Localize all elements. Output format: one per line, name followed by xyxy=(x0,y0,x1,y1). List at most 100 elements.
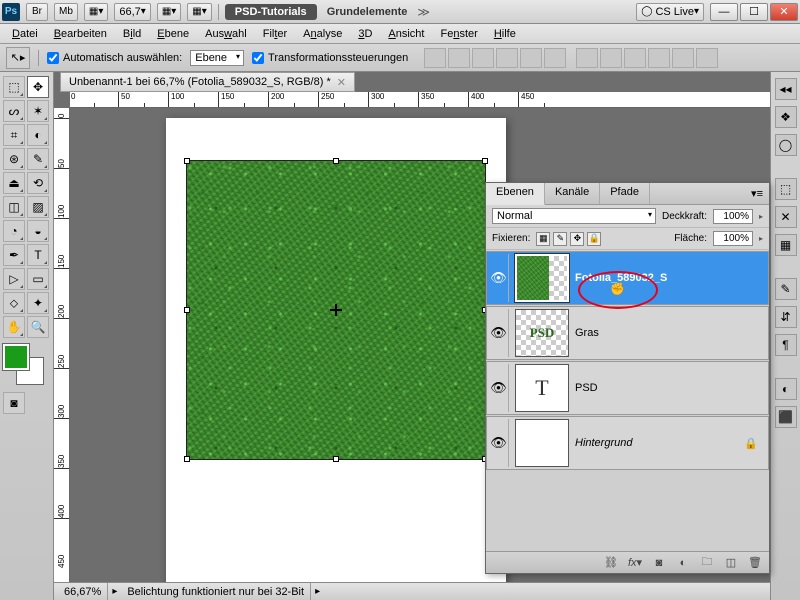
tool-zoom[interactable]: 🔍 xyxy=(27,316,49,338)
tool-brush[interactable]: ✎ xyxy=(27,148,49,170)
align-icon[interactable] xyxy=(448,48,470,68)
lock-position-icon[interactable]: ✥ xyxy=(570,232,584,246)
tool-dodge[interactable]: ◒ xyxy=(27,220,49,242)
dock-panel-icon[interactable]: ◯ xyxy=(775,134,797,156)
layer-row[interactable]: 👁 Hintergrund 🔒 xyxy=(486,416,769,470)
blend-mode-select[interactable]: Normal xyxy=(492,208,656,224)
distribute-icon[interactable] xyxy=(672,48,694,68)
dock-panel-icon[interactable]: ✎ xyxy=(775,278,797,300)
align-icon[interactable] xyxy=(496,48,518,68)
workspace-other[interactable]: Grundelemente xyxy=(323,6,412,18)
ruler-vertical[interactable]: 050100150200250300350400450 xyxy=(54,108,70,582)
move-tool-icon[interactable]: ↖▸ xyxy=(6,47,30,69)
opacity-slider-icon[interactable]: ▸ xyxy=(759,212,763,221)
menu-3d[interactable]: 3D xyxy=(350,26,380,42)
menu-ansicht[interactable]: Ansicht xyxy=(380,26,432,42)
zoom-level-button[interactable]: 66,7 ▾ xyxy=(114,3,150,21)
arrange-button[interactable]: ▦▾ xyxy=(187,3,211,21)
layer-name[interactable]: PSD xyxy=(575,382,766,394)
tool-hand[interactable]: ✋ xyxy=(3,316,25,338)
adjustment-layer-icon[interactable]: ◐ xyxy=(675,556,691,570)
layer-mask-icon[interactable]: ◙ xyxy=(651,556,667,570)
auto-select-input[interactable] xyxy=(47,52,59,64)
dock-collapse-icon[interactable]: ◂◂ xyxy=(775,78,797,100)
tool-3d[interactable]: ⬦ xyxy=(3,292,25,314)
tool-eyedropper[interactable]: ◐ xyxy=(27,124,49,146)
layer-name[interactable]: Fotolia_589032_S xyxy=(575,272,766,284)
document-tab[interactable]: Unbenannt-1 bei 66,7% (Fotolia_589032_S,… xyxy=(60,72,355,92)
tool-lasso[interactable]: ᔕ xyxy=(3,100,25,122)
opacity-field[interactable]: 100% xyxy=(713,209,753,224)
lock-transparent-icon[interactable]: ▦ xyxy=(536,232,550,246)
document-canvas[interactable] xyxy=(166,118,506,582)
menu-ebene[interactable]: Ebene xyxy=(149,26,197,42)
tool-move[interactable]: ✥ xyxy=(27,76,49,98)
distribute-icon[interactable] xyxy=(648,48,670,68)
screen-mode-button[interactable]: ▦▾ xyxy=(84,3,108,21)
tool-marquee[interactable]: ⬚ xyxy=(3,76,25,98)
view-extras-button[interactable]: ▦▾ xyxy=(157,3,181,21)
layer-thumbnail[interactable] xyxy=(515,254,569,302)
menu-auswahl[interactable]: Auswahl xyxy=(197,26,255,42)
tool-3d-camera[interactable]: ✦ xyxy=(27,292,49,314)
tool-pen[interactable]: ✒ xyxy=(3,244,25,266)
layers-panel[interactable]: Ebenen Kanäle Pfade ▾≡ Normal Deckkraft:… xyxy=(485,182,770,574)
layer-thumbnail[interactable]: T xyxy=(515,364,569,412)
layer-thumbnail[interactable]: PSD xyxy=(515,309,569,357)
tab-ebenen[interactable]: Ebenen xyxy=(486,183,545,205)
group-icon[interactable]: 🗀 xyxy=(699,556,715,570)
tab-pfade[interactable]: Pfade xyxy=(600,183,650,204)
layer-row[interactable]: 👁 PSD Gras xyxy=(486,306,769,360)
align-icon[interactable] xyxy=(424,48,446,68)
dock-panel-icon[interactable]: ¶ xyxy=(775,334,797,356)
menu-bild[interactable]: Bild xyxy=(115,26,149,42)
menu-bearbeiten[interactable]: Bearbeiten xyxy=(46,26,115,42)
layer-name[interactable]: Hintergrund xyxy=(575,437,744,449)
dock-panel-icon[interactable]: ❖ xyxy=(775,106,797,128)
tool-gradient[interactable]: ▨ xyxy=(27,196,49,218)
tool-blur[interactable]: ◔ xyxy=(3,220,25,242)
distribute-icon[interactable] xyxy=(576,48,598,68)
close-button[interactable]: ✕ xyxy=(770,3,798,21)
dock-panel-icon[interactable]: ⬚ xyxy=(775,178,797,200)
tab-kanaele[interactable]: Kanäle xyxy=(545,183,600,204)
visibility-toggle-icon[interactable]: 👁 xyxy=(489,364,509,412)
fill-field[interactable]: 100% xyxy=(713,231,753,246)
align-icon[interactable] xyxy=(520,48,542,68)
tool-history-brush[interactable]: ⟲ xyxy=(27,172,49,194)
tool-crop[interactable]: ⌗ xyxy=(3,124,25,146)
tool-magic-wand[interactable]: ✶ xyxy=(27,100,49,122)
fill-slider-icon[interactable]: ▸ xyxy=(759,234,763,243)
distribute-icon[interactable] xyxy=(696,48,718,68)
menu-filter[interactable]: Filter xyxy=(255,26,295,42)
delete-layer-icon[interactable]: 🗑 xyxy=(747,556,763,570)
foreground-swatch[interactable] xyxy=(3,344,29,370)
layer-style-icon[interactable]: fx▾ xyxy=(627,556,643,570)
dock-panel-icon[interactable]: ⬛ xyxy=(775,406,797,428)
close-tab-icon[interactable]: ✕ xyxy=(337,76,346,89)
link-layers-icon[interactable]: ⛓ xyxy=(603,556,619,570)
tool-healing[interactable]: ⊛ xyxy=(3,148,25,170)
visibility-toggle-icon[interactable]: 👁 xyxy=(489,254,509,302)
ruler-horizontal[interactable]: 050100150200250300350400450 xyxy=(70,92,770,108)
minibridge-button[interactable]: Mb xyxy=(54,3,78,21)
workspace-more-icon[interactable]: ≫ xyxy=(417,5,430,19)
dock-panel-icon[interactable]: ⇵ xyxy=(775,306,797,328)
dock-panel-icon[interactable]: ▦ xyxy=(775,234,797,256)
status-zoom[interactable]: 66,67% xyxy=(58,583,108,600)
dock-panel-icon[interactable]: ✕ xyxy=(775,206,797,228)
distribute-icon[interactable] xyxy=(624,48,646,68)
distribute-icon[interactable] xyxy=(600,48,622,68)
lock-pixels-icon[interactable]: ✎ xyxy=(553,232,567,246)
quickmask-toggle[interactable]: ◙ xyxy=(3,392,25,414)
bridge-button[interactable]: Br xyxy=(26,3,48,21)
tool-type[interactable]: T xyxy=(27,244,49,266)
align-icon[interactable] xyxy=(472,48,494,68)
menu-analyse[interactable]: Analyse xyxy=(295,26,350,42)
color-swatches[interactable] xyxy=(3,344,43,384)
tool-stamp[interactable]: ⏏ xyxy=(3,172,25,194)
menu-hilfe[interactable]: Hilfe xyxy=(486,26,524,42)
dock-panel-icon[interactable]: ◐ xyxy=(775,378,797,400)
layer-row[interactable]: 👁 Fotolia_589032_S xyxy=(486,251,769,305)
tool-eraser[interactable]: ◫ xyxy=(3,196,25,218)
